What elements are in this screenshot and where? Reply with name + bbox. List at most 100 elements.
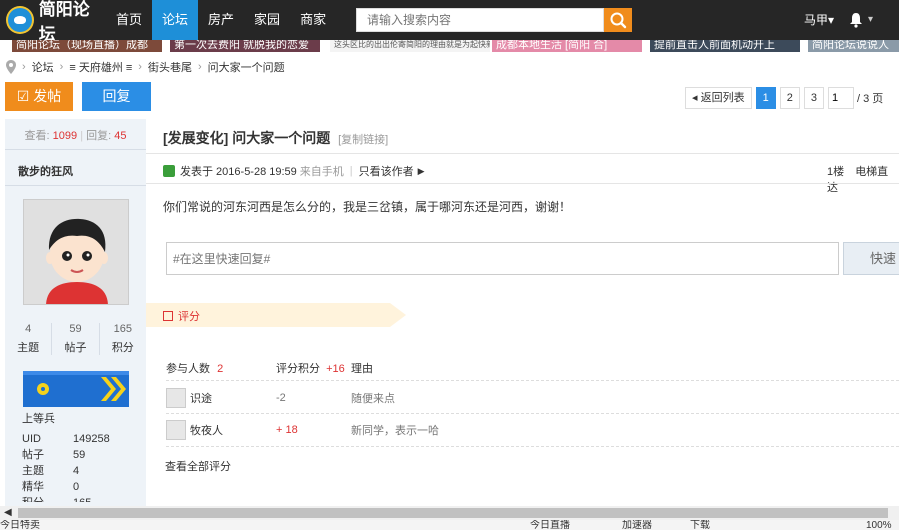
scrollbar-thumb[interactable] <box>18 508 888 518</box>
nav-home-garden[interactable]: 家园 <box>244 0 290 40</box>
status-zoom[interactable]: 100% <box>866 520 892 530</box>
info-key: UID <box>22 433 41 445</box>
chevron-right-icon: › <box>138 61 142 73</box>
back-to-list-button[interactable]: ◂ 返回列表 <box>685 87 752 109</box>
rater-score: + 18 <box>276 424 298 436</box>
people-count: 2 <box>217 363 224 375</box>
author-counts: 4 主题 59 帖子 165 积分 <box>5 323 146 355</box>
points-count[interactable]: 165 积分 <box>100 323 146 355</box>
topics-count[interactable]: 4 主题 <box>5 323 53 355</box>
info-key: 积分 <box>22 495 73 502</box>
count-label: 主题 <box>17 342 40 354</box>
new-post-button[interactable]: ☑ 发帖 <box>5 82 73 111</box>
copy-link-button[interactable]: [复制链接] <box>338 134 388 146</box>
post-meta: 发表于 2016-5-28 19:59 来自手机 | 只看该作者 ▶ <box>163 163 425 179</box>
status-live[interactable]: 今日直播 <box>530 520 570 530</box>
col-reason: 理由 <box>351 363 373 375</box>
divider <box>166 380 899 381</box>
rank-badge-icon <box>23 371 129 407</box>
score-label: 评分积分 <box>276 363 320 375</box>
info-row: 帖子 59 <box>22 447 110 463</box>
search-input[interactable] <box>357 9 603 31</box>
rating-row: 识途 -2 随便来点 <box>166 388 395 408</box>
banner-item[interactable]: 这头区比的出出伦寄简阳的理由就是为起快新 <box>330 40 490 52</box>
banner-item[interactable]: 简阳论坛说说人 <box>808 40 899 52</box>
breadcrumb-board[interactable]: 街头巷尾 <box>148 59 192 75</box>
post-content: 你们常说的河东河西是怎么分的，我是三岔镇，属于哪河东还是河西，谢谢！ <box>163 200 572 214</box>
logo-text: 简阳论坛 <box>38 0 90 44</box>
nav-realestate[interactable]: 房产 <box>198 0 244 40</box>
page-jump-input[interactable] <box>827 87 854 109</box>
search-box <box>356 8 604 32</box>
views-count: 1099 <box>52 130 78 142</box>
count-num: 4 <box>25 323 32 335</box>
views-label: 查看: <box>24 130 50 142</box>
people-label: 参与人数 <box>166 363 210 375</box>
page-total: / 3 页 <box>856 93 884 105</box>
only-author-link[interactable]: 只看该作者 <box>359 163 414 179</box>
banner-item[interactable]: 提前直击人前面机动开上 <box>650 40 800 52</box>
info-value: 149258 <box>73 433 110 445</box>
rater-name: 牧夜人 <box>190 425 223 437</box>
info-row: 积分165 <box>22 495 110 502</box>
user-menu[interactable]: 马甲▾ <box>804 0 834 40</box>
info-row: UID 149258 <box>22 431 110 447</box>
posts-count[interactable]: 59 帖子 <box>52 323 100 355</box>
rating-table-header: 参与人数 2 评分积分 +16 理由 <box>166 360 373 376</box>
chevron-down-icon[interactable]: ▾ <box>868 14 873 25</box>
rater[interactable]: 牧夜人 <box>166 420 276 440</box>
status-accelerator[interactable]: 加速器 <box>622 520 652 530</box>
info-row: 主题 4 <box>22 463 110 479</box>
rater-reason: 随便来点 <box>351 393 395 405</box>
count-label: 帖子 <box>64 342 87 354</box>
ad-banner-strip: 简阳论坛（现场直播）成都 第一次去费阳 就脱我的恋爱 这头区比的出出伦寄简阳的理… <box>0 40 899 52</box>
post-date: 发表于 2016-5-28 19:59 <box>180 166 297 178</box>
info-key: 帖子 <box>22 449 44 461</box>
author-info: UID 149258 帖子 59 主题 4 精华 0 积分165 <box>22 431 110 502</box>
info-key: 主题 <box>22 465 44 477</box>
rater-score: -2 <box>276 392 286 404</box>
view-all-ratings-link[interactable]: 查看全部评分 <box>165 458 231 474</box>
scroll-left-icon[interactable]: ◀ <box>4 507 12 518</box>
cartoon-avatar-icon <box>24 200 128 304</box>
count-num: 59 <box>69 323 82 335</box>
replies-label: 回复: <box>86 130 112 142</box>
location-pin-icon <box>6 60 16 74</box>
caret-right-icon: ▶ <box>417 165 425 176</box>
quick-reply-button[interactable]: 快速 <box>843 242 899 275</box>
quick-reply-input[interactable] <box>167 243 838 274</box>
page-3[interactable]: 3 <box>803 87 824 109</box>
status-download[interactable]: 下载 <box>690 520 710 530</box>
banner-item[interactable]: 第一次去费阳 就脱我的恋爱 <box>170 40 320 52</box>
reply-button[interactable]: 回复 <box>82 82 151 111</box>
author-name[interactable]: 散步的狂风 <box>18 163 73 179</box>
count-label: 积分 <box>111 342 134 354</box>
edit-icon: ☑ <box>16 88 30 104</box>
avatar <box>166 388 186 408</box>
info-row: 精华 0 <box>22 479 110 495</box>
logo-icon <box>6 6 34 34</box>
page-1[interactable]: 1 <box>755 87 776 109</box>
avatar[interactable] <box>23 199 129 305</box>
banner-item[interactable]: 简阳论坛（现场直播）成都 <box>12 40 162 52</box>
divider <box>146 153 899 154</box>
col-score: 评分积分 +16 <box>276 360 351 376</box>
bell-icon[interactable] <box>848 12 864 28</box>
rating-label[interactable]: 评分 <box>163 308 200 324</box>
breadcrumb-thread[interactable]: 问大家一个问题 <box>208 59 285 75</box>
status-left[interactable]: 今日特卖 <box>0 520 40 530</box>
rater[interactable]: 识途 <box>166 388 276 408</box>
page-2[interactable]: 2 <box>779 87 800 109</box>
breadcrumb-section[interactable]: ≡ 天府雄州 ≡ <box>69 59 132 75</box>
nav-home[interactable]: 首页 <box>106 0 152 40</box>
breadcrumb-forum[interactable]: 论坛 <box>32 59 54 75</box>
search-button[interactable] <box>604 8 632 32</box>
rater-reason: 新同学，表示一哈 <box>351 425 439 437</box>
banner-item[interactable]: 成都本地生活 [简阳 合] <box>492 40 642 52</box>
chevron-right-icon: › <box>59 61 64 73</box>
browser-status-bar: 今日特卖 今日直播 加速器 下载 100% <box>0 520 899 530</box>
horizontal-scrollbar[interactable]: ◀ <box>0 506 899 520</box>
nav-merchants[interactable]: 商家 <box>290 0 336 40</box>
site-logo[interactable]: 简阳论坛 <box>6 0 106 45</box>
nav-forum[interactable]: 论坛 <box>152 0 199 40</box>
